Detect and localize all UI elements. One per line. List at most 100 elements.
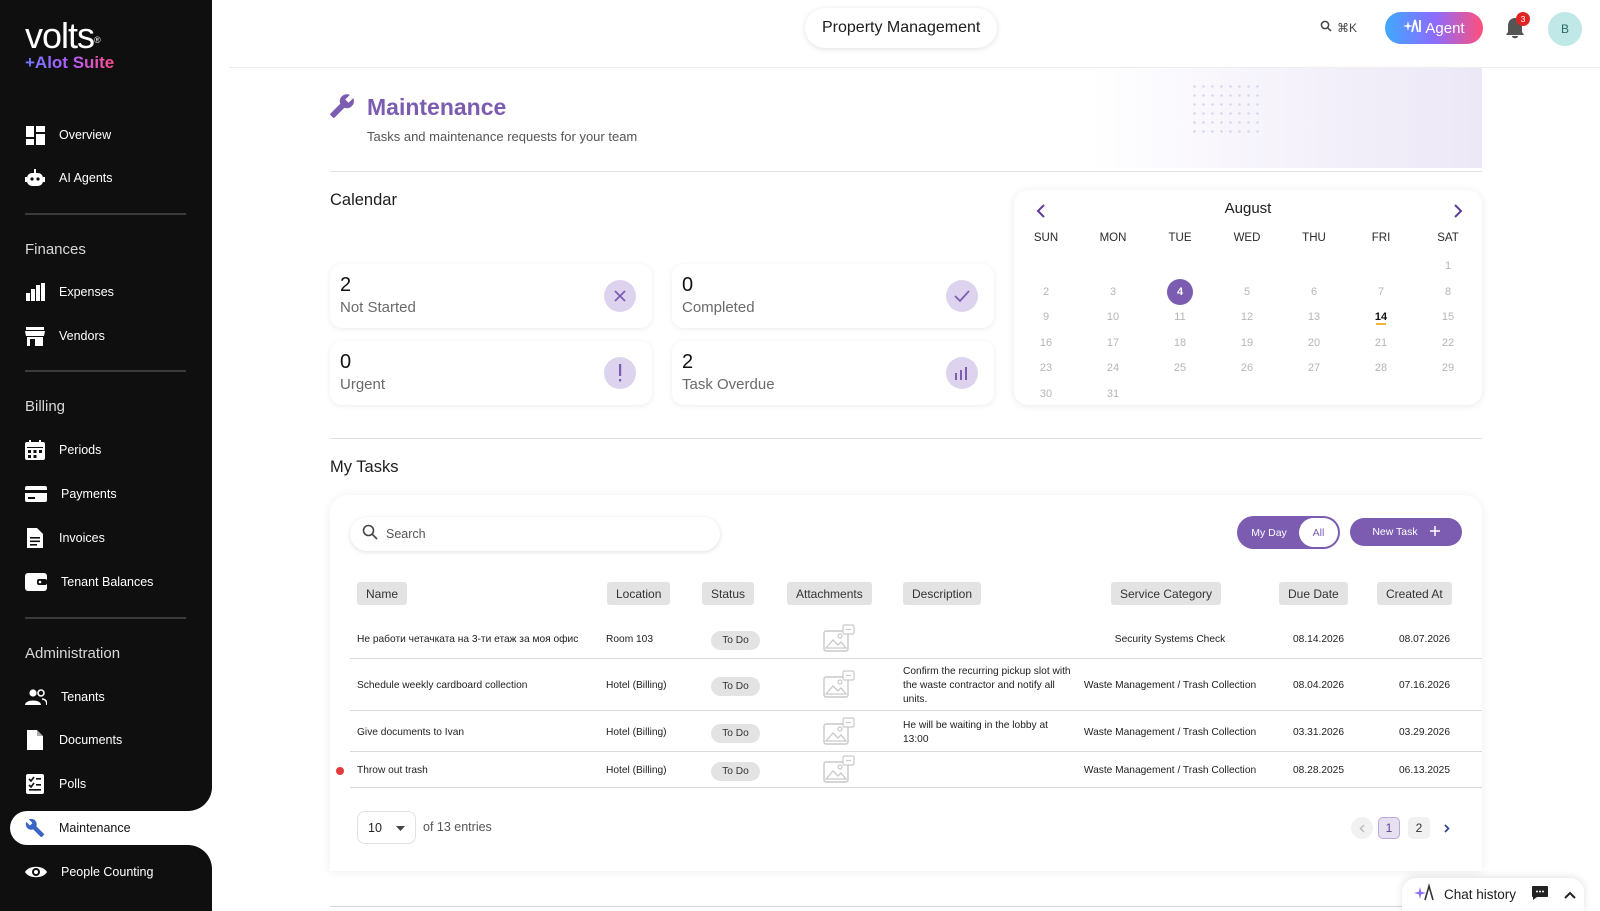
- task-name: Schedule weekly cardboard collection: [357, 680, 528, 691]
- column-header-due-date[interactable]: Due Date: [1279, 582, 1348, 605]
- sparkle-icon: [1414, 883, 1434, 906]
- calendar-day[interactable]: 15: [1435, 304, 1461, 330]
- pagination-next-button[interactable]: [1436, 817, 1458, 839]
- calendar-day[interactable]: 17: [1100, 330, 1126, 356]
- calendar-day[interactable]: 18: [1167, 330, 1193, 356]
- weekday-label: SAT: [1437, 232, 1459, 244]
- image-placeholder-icon[interactable]: [823, 717, 857, 747]
- search-shortcut-label: ⌘K: [1337, 20, 1358, 35]
- page-size-value: 10: [368, 820, 382, 835]
- sidebar-item-expenses[interactable]: Expenses: [25, 277, 114, 307]
- sidebar-item-maintenance[interactable]: Maintenance: [25, 813, 131, 843]
- sidebar-item-overview[interactable]: Overview: [25, 120, 111, 150]
- page-size-select[interactable]: 10: [357, 811, 416, 844]
- sidebar-item-payments[interactable]: Payments: [25, 479, 117, 509]
- stat-value: 2: [682, 351, 694, 373]
- dashboard-icon: [25, 125, 45, 145]
- task-service-category: Waste Management / Trash Collection: [1083, 680, 1257, 691]
- global-search-button[interactable]: ⌘K: [1320, 20, 1357, 35]
- calendar-day-today[interactable]: 14: [1368, 304, 1394, 330]
- calendar-day-selected[interactable]: 4: [1167, 278, 1193, 305]
- status-badge: To Do: [711, 762, 760, 781]
- calendar-day[interactable]: 20: [1301, 330, 1327, 356]
- user-avatar[interactable]: B: [1548, 12, 1582, 46]
- sidebar-item-tenant-balances[interactable]: Tenant Balances: [25, 567, 153, 597]
- calendar-day[interactable]: 11: [1167, 304, 1193, 330]
- sidebar-item-polls[interactable]: Polls: [25, 769, 86, 799]
- agent-button[interactable]: Agent: [1385, 12, 1483, 44]
- chevron-right-icon: [1444, 823, 1450, 833]
- column-header-description[interactable]: Description: [903, 582, 982, 605]
- stat-value: 0: [340, 351, 352, 373]
- sidebar-item-invoices[interactable]: Invoices: [25, 523, 105, 553]
- calendar-day[interactable]: 6: [1301, 279, 1327, 305]
- sidebar-item-label: Vendors: [59, 329, 105, 343]
- sidebar-item-tenants[interactable]: Tenants: [25, 682, 105, 712]
- new-task-button[interactable]: New Task: [1350, 518, 1462, 546]
- calendar-next-button[interactable]: [1448, 200, 1468, 222]
- task-search[interactable]: [350, 517, 720, 551]
- calendar-day[interactable]: 13: [1301, 304, 1327, 330]
- calendar-day[interactable]: 3: [1100, 279, 1126, 305]
- stat-card-not-started[interactable]: 2 Not Started: [330, 264, 652, 328]
- calendar-day[interactable]: 25: [1167, 355, 1193, 381]
- task-scope-toggle[interactable]: My Day All: [1237, 516, 1340, 549]
- calendar-day[interactable]: 2: [1033, 279, 1059, 305]
- column-header-name[interactable]: Name: [357, 582, 408, 605]
- exclamation-icon: [604, 357, 636, 389]
- calendar-day[interactable]: 16: [1033, 330, 1059, 356]
- image-placeholder-icon[interactable]: [823, 755, 857, 785]
- calendar-day[interactable]: 21: [1368, 330, 1394, 356]
- stat-label: Completed: [682, 299, 755, 316]
- pagination-page-2[interactable]: 2: [1408, 817, 1430, 839]
- new-task-label: New Task: [1372, 526, 1418, 538]
- sidebar-section-finances: Finances: [25, 241, 86, 258]
- sidebar-item-documents[interactable]: Documents: [25, 725, 122, 755]
- column-header-status[interactable]: Status: [702, 582, 755, 605]
- chat-bubble-icon: [1532, 886, 1549, 903]
- column-header-location[interactable]: Location: [607, 582, 671, 605]
- calendar-day[interactable]: 1: [1435, 253, 1461, 279]
- calendar-day[interactable]: 27: [1301, 355, 1327, 381]
- calendar-day[interactable]: 31: [1100, 381, 1126, 407]
- sidebar-section-billing: Billing: [25, 398, 66, 415]
- sparkle-icon: [1403, 18, 1422, 38]
- toggle-my-day[interactable]: My Day: [1239, 518, 1299, 547]
- pagination-page-1[interactable]: 1: [1378, 817, 1400, 839]
- sidebar-item-vendors[interactable]: Vendors: [25, 321, 105, 351]
- calendar-day[interactable]: 23: [1033, 355, 1059, 381]
- credit-card-icon: [25, 484, 47, 504]
- calendar-day[interactable]: 12: [1234, 304, 1260, 330]
- calendar-day[interactable]: 22: [1435, 330, 1461, 356]
- calendar-day[interactable]: 29: [1435, 355, 1461, 381]
- calendar-day[interactable]: 7: [1368, 279, 1394, 305]
- image-placeholder-icon[interactable]: [823, 670, 857, 700]
- calendar-day[interactable]: 10: [1100, 304, 1126, 330]
- sidebar-item-periods[interactable]: Periods: [25, 435, 101, 465]
- column-header-created-at[interactable]: Created At: [1377, 582, 1452, 605]
- stat-card-completed[interactable]: 0 Completed: [672, 264, 994, 328]
- brand-logo[interactable]: volts® +Alot Suite: [25, 18, 114, 72]
- sidebar-item-ai-agents[interactable]: AI Agents: [25, 163, 113, 193]
- calendar-day[interactable]: 8: [1435, 279, 1461, 305]
- calendar-day[interactable]: 19: [1234, 330, 1260, 356]
- page-title: Maintenance: [367, 94, 507, 120]
- column-header-attachments[interactable]: Attachments: [787, 582, 872, 605]
- sidebar-item-people-counting[interactable]: People Counting: [25, 857, 153, 887]
- sidebar-item-label: Tenant Balances: [61, 575, 154, 589]
- calendar-day[interactable]: 5: [1234, 279, 1260, 305]
- image-placeholder-icon[interactable]: [823, 624, 857, 654]
- column-header-service-category[interactable]: Service Category: [1111, 582, 1222, 605]
- toggle-all[interactable]: All: [1299, 518, 1338, 547]
- calendar-day[interactable]: 30: [1033, 381, 1059, 407]
- search-input[interactable]: [386, 527, 686, 541]
- stat-card-task-overdue[interactable]: 2 Task Overdue: [672, 341, 994, 405]
- calendar-day[interactable]: 9: [1033, 304, 1059, 330]
- stat-card-urgent[interactable]: 0 Urgent: [330, 341, 652, 405]
- chat-history-button[interactable]: Chat history: [1402, 878, 1584, 911]
- row-divider: [350, 787, 1482, 788]
- calendar-day[interactable]: 28: [1368, 355, 1394, 381]
- calendar-day[interactable]: 26: [1234, 355, 1260, 381]
- calendar-day[interactable]: 24: [1100, 355, 1126, 381]
- pagination-prev-button[interactable]: [1351, 817, 1373, 839]
